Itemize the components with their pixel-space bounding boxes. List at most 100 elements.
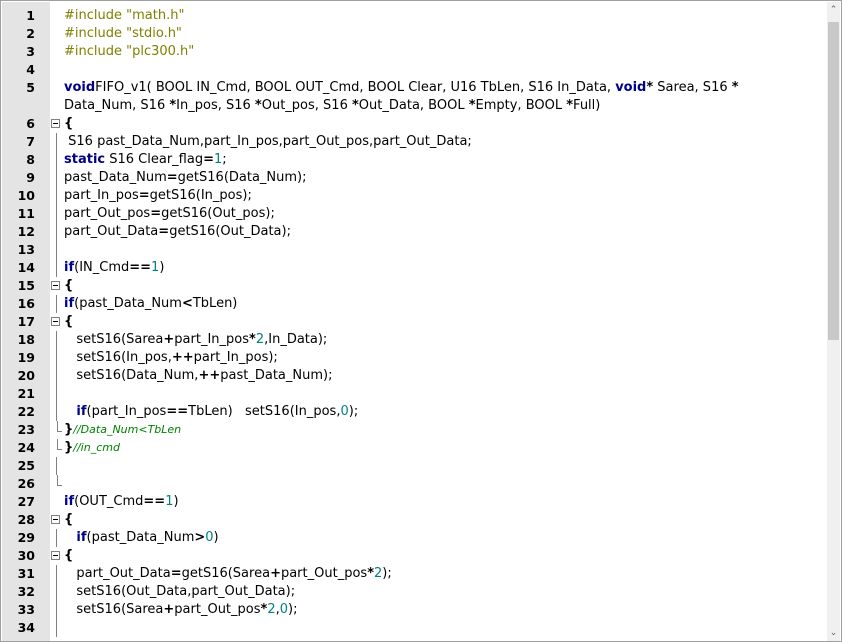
code-line[interactable]: 31 part_Out_Data=getS16(Sarea+part_Out_p… xyxy=(1,565,829,583)
code-text[interactable]: { xyxy=(64,511,824,529)
code-line[interactable]: 4 xyxy=(1,61,829,79)
code-token: part_Out_pos xyxy=(64,206,151,221)
code-line[interactable]: 20 setS16(Data_Num,++past_Data_Num); xyxy=(1,367,829,385)
code-line[interactable]: 13 xyxy=(1,241,829,259)
line-number: 18 xyxy=(17,332,35,347)
code-line[interactable]: 22 if(part_In_pos==TbLen) setS16(In_pos,… xyxy=(1,403,829,421)
code-line[interactable]: 3 #include "plc300.h" xyxy=(1,43,829,61)
code-text[interactable]: }//in_cmd xyxy=(64,439,824,457)
code-line[interactable]: 28 { xyxy=(1,511,829,529)
code-text[interactable]: part_Out_Data=getS16(Sarea+part_Out_pos*… xyxy=(64,565,824,583)
preprocessor-token: #include "math.h" xyxy=(64,8,185,23)
code-text[interactable]: part_Out_pos=getS16(Out_pos); xyxy=(64,205,824,223)
code-line[interactable]: 8 static S16 Clear_flag=1; xyxy=(1,151,829,169)
code-token: } xyxy=(64,440,74,455)
code-text[interactable]: setS16(Sarea+part_Out_pos*2,0); xyxy=(64,601,824,619)
code-line[interactable]: 2 #include "stdio.h" xyxy=(1,25,829,43)
code-line[interactable]: 15 { xyxy=(1,277,829,295)
code-line[interactable]: 16 if(past_Data_Num<TbLen) xyxy=(1,295,829,313)
code-line[interactable]: 6{ xyxy=(1,115,829,133)
vertical-scrollbar[interactable]: ⌃ ⌄ xyxy=(827,2,840,641)
code-text[interactable]: { xyxy=(64,313,824,331)
code-line[interactable]: 26 xyxy=(1,475,829,493)
code-line[interactable]: 11 part_Out_pos=getS16(Out_pos); xyxy=(1,205,829,223)
code-line[interactable]: 34 xyxy=(1,619,829,637)
code-token: * xyxy=(254,98,262,113)
code-token: * xyxy=(468,98,476,113)
fold-collapse-icon[interactable] xyxy=(51,551,60,560)
code-token: ); xyxy=(382,566,392,581)
fold-line xyxy=(56,241,57,259)
code-text[interactable]: setS16(Out_Data,part_Out_Data); xyxy=(64,583,824,601)
code-text[interactable]: past_Data_Num=getS16(Data_Num); xyxy=(64,169,824,187)
code-text[interactable]: if(part_In_pos==TbLen) setS16(In_pos,0); xyxy=(64,403,824,421)
code-text[interactable]: { xyxy=(64,277,824,295)
code-text[interactable]: setS16(Sarea+part_In_pos*2,In_Data); xyxy=(64,331,824,349)
code-text[interactable]: voidFIFO_v1( BOOL IN_Cmd, BOOL OUT_Cmd, … xyxy=(64,79,824,115)
code-line[interactable]: 19 setS16(In_pos,++part_In_pos); xyxy=(1,349,829,367)
scroll-down-arrow-icon[interactable]: ⌄ xyxy=(827,625,840,641)
code-line[interactable]: 9 past_Data_Num=getS16(Data_Num); xyxy=(1,169,829,187)
code-line[interactable]: 33 setS16(Sarea+part_Out_pos*2,0); xyxy=(1,601,829,619)
code-text[interactable]: #include "stdio.h" xyxy=(64,25,824,43)
code-token: S16 past_Data_Num,part_In_pos,part_Out_p… xyxy=(64,134,472,149)
code-line[interactable]: 23}//Data_Num<TbLen xyxy=(1,421,829,439)
code-line[interactable]: 1 #include "math.h" xyxy=(1,7,829,25)
code-text[interactable]: setS16(In_pos,++part_In_pos); xyxy=(64,349,824,367)
line-number: 16 xyxy=(17,296,35,311)
code-line[interactable]: 12 part_Out_Data=getS16(Out_Data); xyxy=(1,223,829,241)
code-token: getS16(Out_pos); xyxy=(161,206,275,221)
code-text[interactable]: if(past_Data_Num>0) xyxy=(64,529,824,547)
fold-line xyxy=(56,331,57,349)
scroll-up-arrow-icon[interactable]: ⌃ xyxy=(827,2,840,19)
code-token: setS16(Sarea xyxy=(64,602,164,617)
code-text[interactable]: { xyxy=(64,547,824,565)
fold-line xyxy=(56,133,57,151)
code-text[interactable]: if(past_Data_Num<TbLen) xyxy=(64,295,824,313)
code-line[interactable]: 7 S16 past_Data_Num,part_In_pos,part_Out… xyxy=(1,133,829,151)
code-text[interactable]: if(IN_Cmd==1) xyxy=(64,259,824,277)
keyword-token: void xyxy=(615,80,647,95)
code-text[interactable]: if(OUT_Cmd==1) xyxy=(64,493,824,511)
code-line[interactable]: 14 if(IN_Cmd==1) xyxy=(1,259,829,277)
preprocessor-token: #include "plc300.h" xyxy=(64,44,195,59)
scroll-thumb[interactable] xyxy=(828,22,839,340)
code-line[interactable]: 5 voidFIFO_v1( BOOL IN_Cmd, BOOL OUT_Cmd,… xyxy=(1,79,829,115)
code-text[interactable]: #include "plc300.h" xyxy=(64,43,824,61)
code-text[interactable]: }//Data_Num<TbLen xyxy=(64,421,824,439)
code-line[interactable]: 17 { xyxy=(1,313,829,331)
code-text[interactable]: #include "math.h" xyxy=(64,7,824,25)
fold-collapse-icon[interactable] xyxy=(51,119,60,128)
code-lines[interactable]: 1 #include "math.h" 2 #include "stdio.h" 3 #i… xyxy=(1,7,829,637)
code-text[interactable]: static S16 Clear_flag=1; xyxy=(64,151,824,169)
code-line[interactable]: 18 setS16(Sarea+part_In_pos*2,In_Data); xyxy=(1,331,829,349)
code-token: setS16(Out_Data,part_Out_Data); xyxy=(64,584,296,599)
code-line[interactable]: 10 part_In_pos=getS16(In_pos); xyxy=(1,187,829,205)
code-line[interactable]: 24}//in_cmd xyxy=(1,439,829,457)
code-token: setS16(In_pos, xyxy=(64,350,172,365)
code-line[interactable]: 30 { xyxy=(1,547,829,565)
code-line[interactable]: 25 xyxy=(1,457,829,475)
fold-collapse-icon[interactable] xyxy=(51,281,60,290)
keyword-token: if xyxy=(64,494,75,509)
code-text[interactable]: S16 past_Data_Num,part_In_pos,part_Out_p… xyxy=(64,133,824,151)
code-line[interactable]: 21 xyxy=(1,385,829,403)
code-token: getS16(In_pos); xyxy=(149,188,252,203)
line-number: 28 xyxy=(17,512,35,527)
code-line[interactable]: 29 if(past_Data_Num>0) xyxy=(1,529,829,547)
code-text[interactable]: setS16(Data_Num,++past_Data_Num); xyxy=(64,367,824,385)
code-text[interactable]: part_In_pos=getS16(In_pos); xyxy=(64,187,824,205)
code-token: = xyxy=(170,566,182,581)
code-line[interactable]: 27 if(OUT_Cmd==1) xyxy=(1,493,829,511)
code-text[interactable]: part_Out_Data=getS16(Out_Data); xyxy=(64,223,824,241)
fold-collapse-icon[interactable] xyxy=(51,515,60,524)
code-token: getS16(Sarea xyxy=(181,566,271,581)
fold-line xyxy=(56,187,57,205)
fold-line xyxy=(56,583,57,601)
code-editor[interactable]: 1 #include "math.h" 2 #include "stdio.h" 3 #i… xyxy=(0,0,842,642)
code-text[interactable]: { xyxy=(64,115,824,133)
code-token: past_Data_Num); xyxy=(220,368,333,383)
code-line[interactable]: 32 setS16(Out_Data,part_Out_Data); xyxy=(1,583,829,601)
code-token: * xyxy=(731,80,739,95)
fold-collapse-icon[interactable] xyxy=(51,317,60,326)
